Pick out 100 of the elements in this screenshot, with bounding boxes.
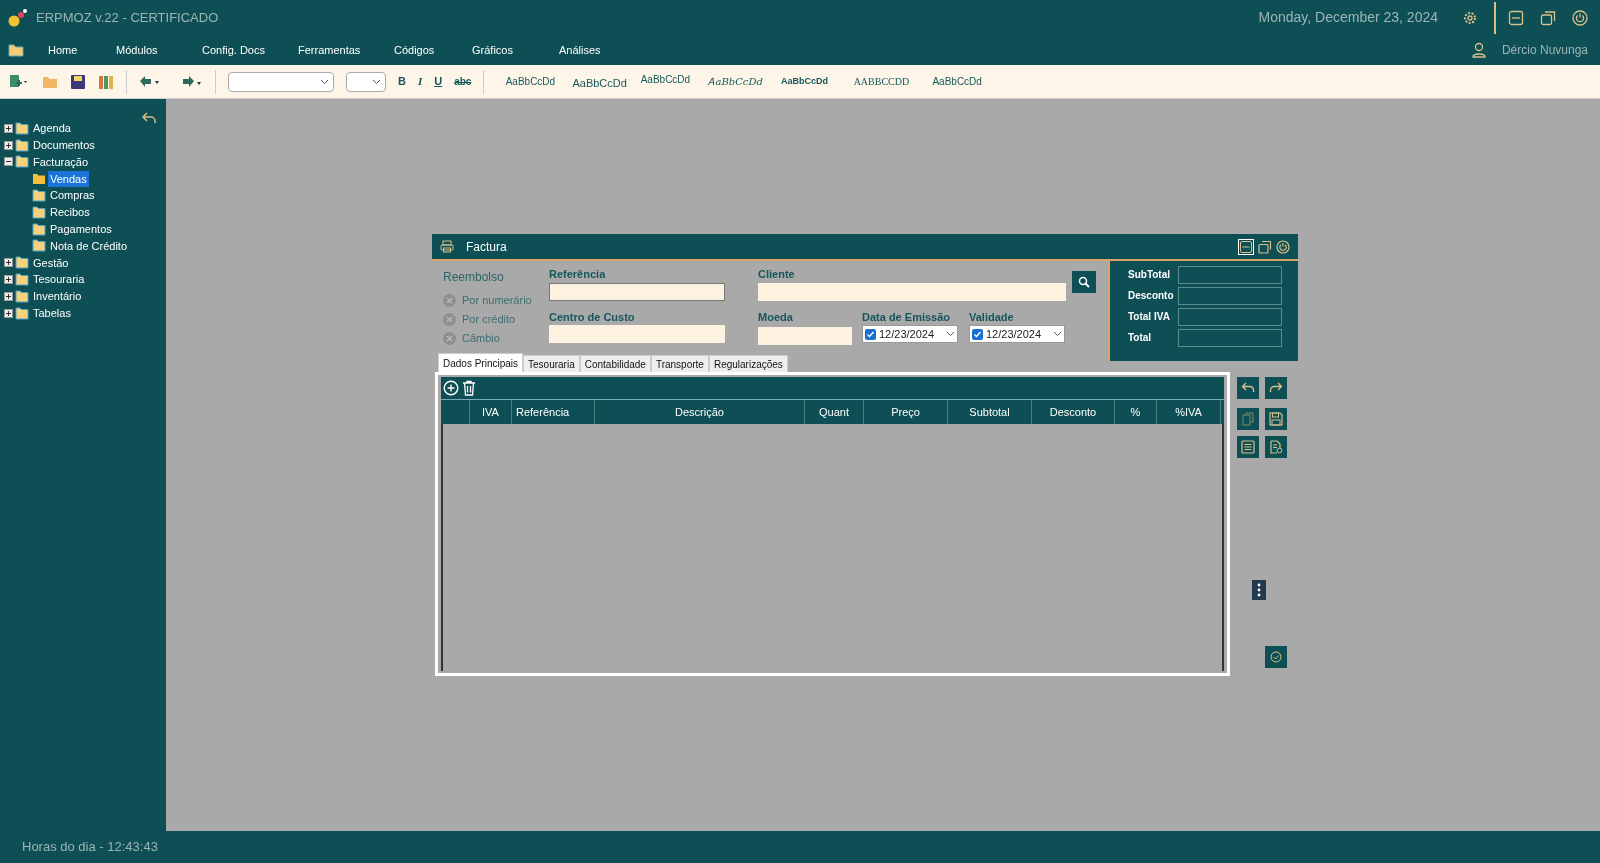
forward-arrow-icon[interactable] — [181, 74, 203, 89]
reference-field[interactable] — [549, 282, 725, 301]
currency-field[interactable] — [758, 327, 852, 345]
folder-icon[interactable] — [8, 43, 24, 57]
restore-icon[interactable] — [1258, 239, 1272, 254]
tree-item[interactable]: Facturação — [31, 153, 91, 171]
power-icon[interactable] — [1572, 9, 1588, 26]
total-label: SubTotal — [1128, 268, 1172, 282]
app-title: ERPMOZ v.22 - CERTIFICADO — [36, 8, 219, 27]
tree-item[interactable]: Pagamentos — [48, 220, 114, 238]
tree-item[interactable]: Tesouraria — [31, 271, 87, 288]
expand-icon[interactable] — [4, 258, 13, 268]
clock-label: Horas do dia - 12:43:43 — [22, 838, 158, 857]
column-header[interactable]: Preço — [864, 400, 948, 424]
client-field[interactable] — [758, 282, 1066, 301]
format-button[interactable]: I — [417, 73, 423, 90]
confirm-button[interactable] — [1265, 646, 1287, 668]
column-header[interactable]: Subtotal — [948, 400, 1032, 424]
expand-icon[interactable] — [4, 123, 13, 133]
radio-button[interactable] — [443, 312, 456, 326]
tree-item[interactable]: Gestão — [31, 254, 71, 271]
column-header[interactable]: Descrição — [595, 400, 805, 424]
date-value: 12/23/2024 — [986, 326, 1043, 342]
expand-icon[interactable] — [4, 308, 13, 318]
printer-icon[interactable] — [440, 240, 454, 253]
redo-button[interactable] — [1265, 377, 1287, 399]
list-button[interactable] — [1237, 436, 1259, 458]
format-button[interactable]: abc — [454, 74, 472, 89]
add-icon[interactable] — [443, 380, 459, 396]
cost-center-field[interactable] — [549, 325, 725, 343]
undo-arrow-icon[interactable] — [141, 111, 157, 125]
folder-icon — [32, 222, 46, 236]
date-picker[interactable]: 12/23/2024 — [969, 325, 1065, 343]
tab[interactable]: Transporte — [650, 355, 709, 372]
power-icon[interactable] — [1276, 239, 1290, 254]
search-button[interactable] — [1072, 271, 1096, 293]
back-arrow-icon[interactable] — [139, 74, 161, 89]
tab[interactable]: Tesouraria — [523, 355, 580, 372]
format-button[interactable]: B — [398, 73, 406, 90]
menu-item[interactable]: Códigos — [394, 41, 472, 59]
radio-button[interactable] — [443, 331, 456, 345]
books-icon[interactable] — [98, 73, 114, 90]
list-icon — [1241, 440, 1255, 454]
tree-item[interactable]: Nota de Crédito — [48, 237, 130, 255]
tab[interactable]: Contabilidade — [579, 355, 651, 372]
column-header[interactable]: IVA — [470, 400, 512, 424]
minimize-icon[interactable] — [1508, 9, 1524, 26]
date-picker[interactable]: 12/23/2024 — [862, 325, 958, 343]
column-header[interactable]: %IVA — [1157, 400, 1221, 424]
collapse-icon[interactable] — [4, 157, 13, 167]
expand-icon[interactable] — [4, 291, 13, 301]
user-icon[interactable] — [1471, 42, 1486, 58]
tree-item[interactable]: Compras — [48, 187, 97, 204]
more-options-button[interactable] — [1252, 580, 1266, 600]
style-sample[interactable]: AABBCCDD — [838, 74, 925, 89]
tree-item[interactable]: Documentos — [31, 136, 97, 154]
column-header[interactable]: Referência — [512, 400, 595, 424]
style-sample[interactable]: AaBbCcDd — [630, 72, 701, 87]
field-label: Referência — [549, 267, 607, 282]
folder-icon — [15, 155, 29, 169]
column-header[interactable]: Desconto — [1032, 400, 1115, 424]
field-label: Centro de Custo — [549, 309, 636, 325]
tree-item[interactable]: Recibos — [48, 204, 92, 221]
trash-icon[interactable] — [462, 380, 476, 396]
menu-item[interactable]: Gráficos — [472, 41, 559, 59]
folder-icon — [32, 239, 46, 253]
menu-item[interactable]: Ferramentas — [298, 41, 394, 59]
radio-label: Câmbio — [462, 330, 500, 346]
style-sample[interactable]: AaBbCcDd — [770, 74, 839, 89]
restore-icon[interactable] — [1540, 9, 1556, 26]
style-sample[interactable]: ᎪaBbCcDd — [700, 74, 771, 89]
tab[interactable]: Regularizações — [708, 355, 788, 372]
tree-item[interactable]: Agenda — [31, 120, 73, 137]
document-settings-button[interactable] — [1265, 436, 1287, 458]
menu-item[interactable]: Config. Docs — [202, 41, 298, 59]
checkbox[interactable] — [972, 328, 983, 340]
save-icon[interactable] — [70, 73, 86, 90]
style-sample[interactable]: AaBbCcDd — [924, 74, 985, 89]
add-document-icon[interactable] — [8, 73, 30, 90]
tab[interactable]: Dados Principais — [438, 353, 524, 372]
checkbox[interactable] — [865, 328, 876, 340]
settings-icon[interactable] — [1462, 9, 1478, 26]
menu-item[interactable]: Análises — [559, 41, 639, 59]
expand-icon[interactable] — [4, 140, 13, 150]
tree-item[interactable]: Vendas — [48, 170, 89, 188]
menu-item[interactable]: Home — [48, 41, 116, 59]
expand-icon[interactable] — [4, 275, 13, 285]
column-header[interactable]: Quant — [805, 400, 864, 424]
menu-item[interactable]: Módulos — [116, 41, 202, 59]
tree-item[interactable]: Inventário — [31, 288, 84, 305]
column-header[interactable]: % — [1115, 400, 1157, 424]
refund-label: Reembolso — [443, 269, 505, 286]
folder-icon — [15, 306, 29, 320]
undo-button[interactable] — [1237, 377, 1259, 399]
radio-button[interactable] — [443, 293, 456, 307]
tree-item[interactable]: Tabelas — [31, 304, 73, 322]
format-button[interactable]: U — [434, 73, 443, 90]
style-sample[interactable]: AaBbCcDd — [496, 74, 565, 89]
save-button[interactable] — [1265, 408, 1287, 430]
style-sample[interactable]: AaBbCcDd — [564, 75, 631, 92]
